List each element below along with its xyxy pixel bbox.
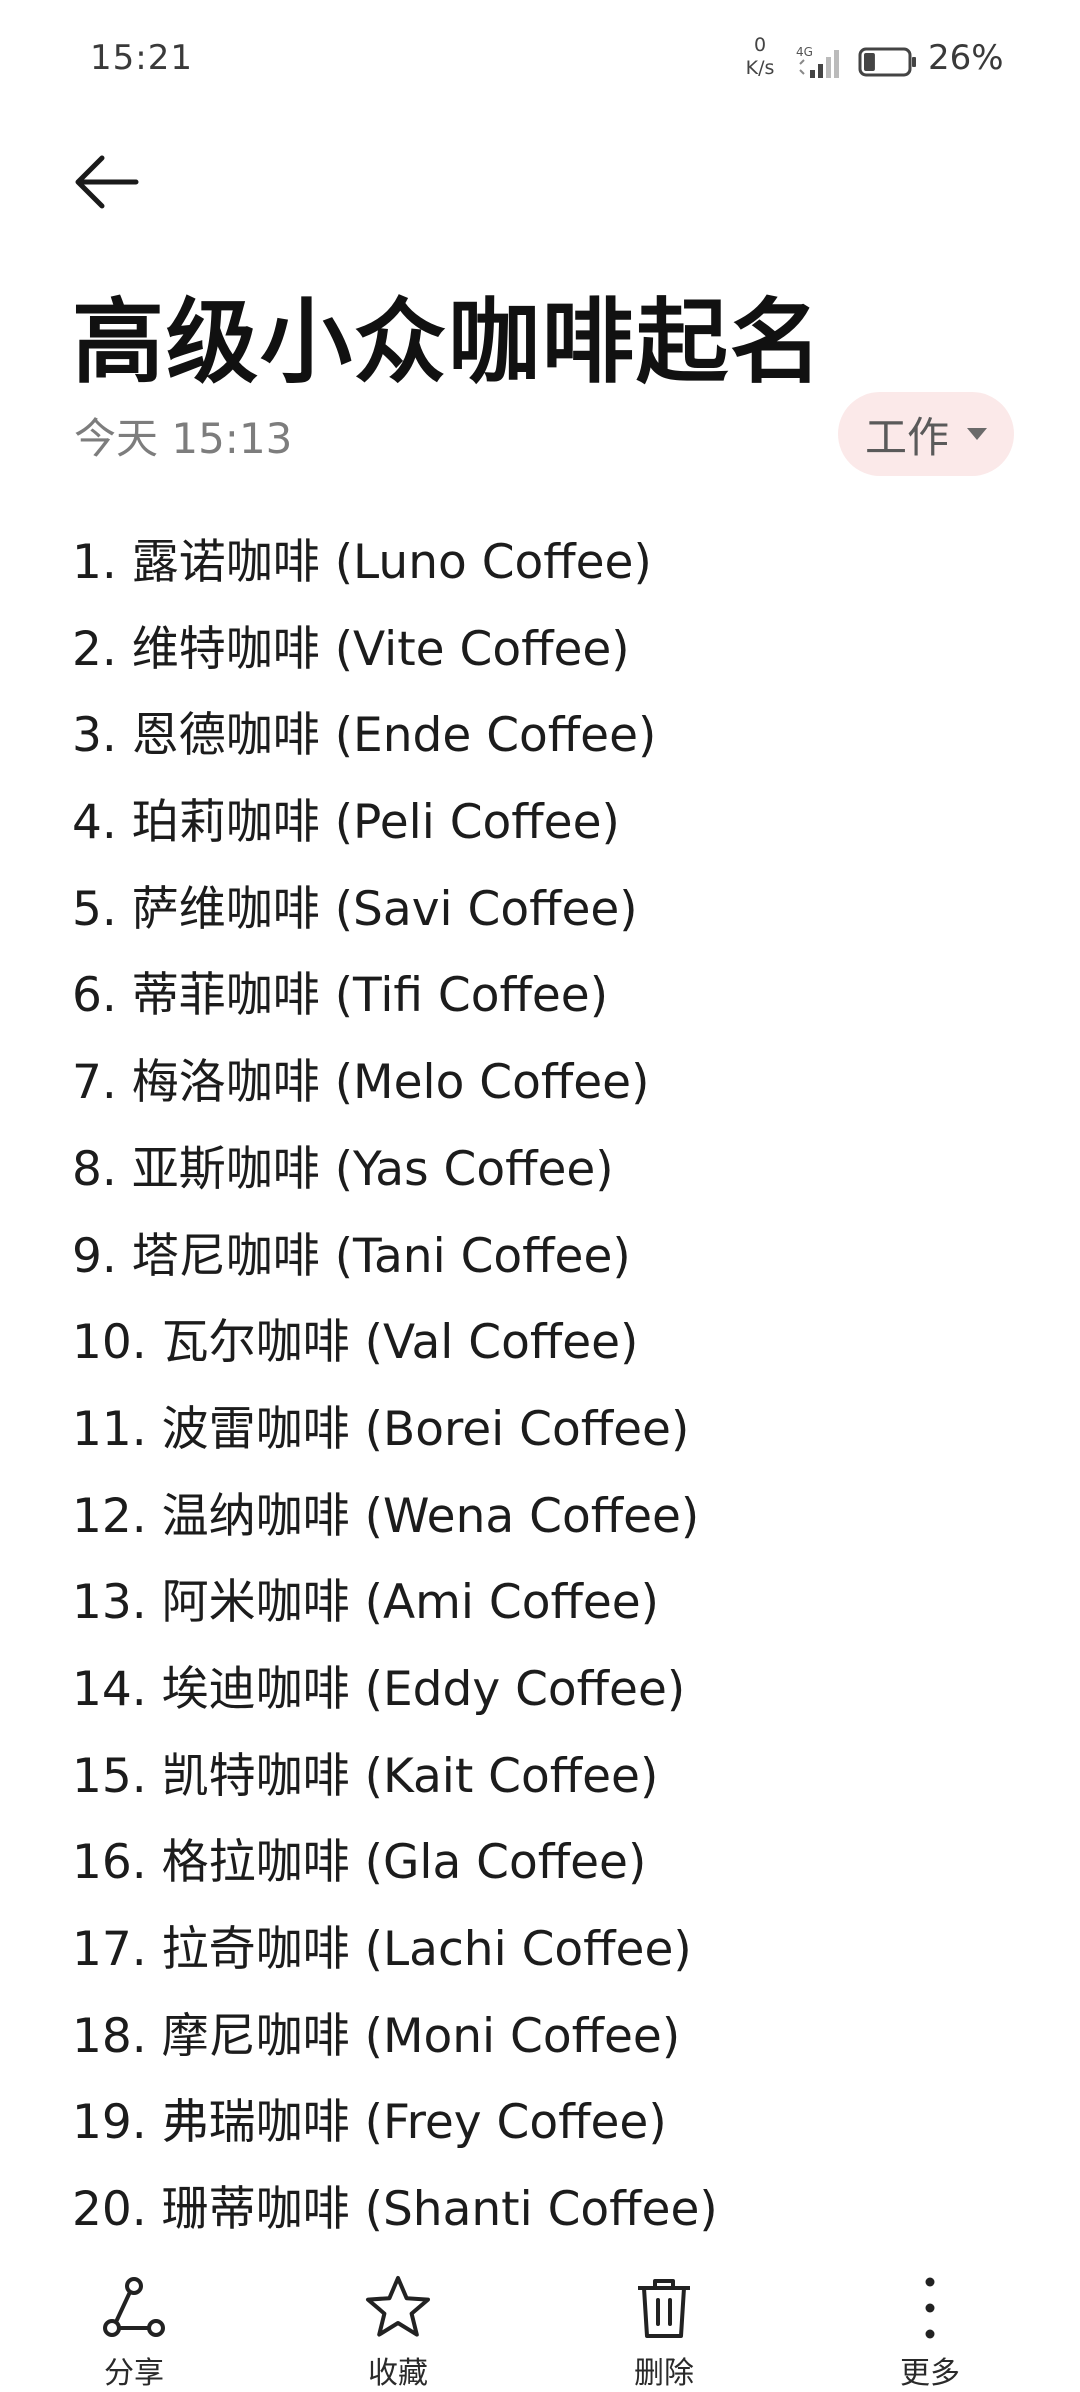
note-line[interactable]: 10. 瓦尔咖啡 (Val Coffee): [72, 1308, 1032, 1395]
favorite-label: 收藏: [368, 2356, 428, 2391]
more-label: 更多: [900, 2356, 960, 2391]
trash-icon: [638, 2279, 690, 2338]
network-speed-unit: K/s: [745, 57, 775, 79]
network-type-label: 4G: [796, 45, 813, 59]
note-date: 今天 15:13: [74, 414, 293, 463]
favorite-button[interactable]: 收藏: [328, 2272, 468, 2392]
more-vertical-icon: [925, 2277, 935, 2339]
category-selector[interactable]: 工作: [838, 392, 1014, 476]
note-line[interactable]: 5. 萨维咖啡 (Savi Coffee): [72, 875, 1032, 962]
note-line[interactable]: 15. 凯特咖啡 (Kait Coffee): [72, 1742, 1032, 1829]
note-line[interactable]: 13. 阿米咖啡 (Ami Coffee): [72, 1568, 1032, 1655]
note-line[interactable]: 6. 蒂菲咖啡 (Tifi Coffee): [72, 961, 1032, 1048]
signal-icon: 4G: [796, 45, 839, 78]
note-line[interactable]: 19. 弗瑞咖啡 (Frey Coffee): [72, 2088, 1032, 2175]
share-label: 分享: [104, 2356, 164, 2391]
note-line[interactable]: 18. 摩尼咖啡 (Moni Coffee): [72, 2002, 1032, 2089]
battery-percent: 26%: [928, 38, 1004, 78]
note-line[interactable]: 4. 珀莉咖啡 (Peli Coffee): [72, 788, 1032, 875]
delete-label: 删除: [634, 2356, 694, 2391]
battery-icon: [858, 47, 916, 77]
note-line[interactable]: 20. 珊蒂咖啡 (Shanti Coffee): [72, 2175, 1032, 2262]
note-line[interactable]: 9. 塔尼咖啡 (Tani Coffee): [72, 1222, 1032, 1309]
page-title[interactable]: 高级小众咖啡起名: [72, 268, 824, 401]
note-body[interactable]: 1. 露诺咖啡 (Luno Coffee) 2. 维特咖啡 (Vite Coffe…: [72, 528, 1032, 2262]
note-line[interactable]: 3. 恩德咖啡 (Ende Coffee): [72, 701, 1032, 788]
delete-button[interactable]: 删除: [594, 2272, 734, 2392]
arrow-left-icon: [75, 155, 139, 209]
note-line[interactable]: 14. 埃迪咖啡 (Eddy Coffee): [72, 1655, 1032, 1742]
note-line[interactable]: 17. 拉奇咖啡 (Lachi Coffee): [72, 1915, 1032, 2002]
share-button[interactable]: 分享: [64, 2272, 204, 2392]
chevron-down-icon: [967, 428, 987, 440]
back-button[interactable]: [66, 140, 150, 224]
network-speed-value: 0: [753, 34, 767, 56]
bottom-toolbar: 分享 收藏 删除 更多: [0, 2262, 1080, 2392]
note-line[interactable]: 11. 波雷咖啡 (Borei Coffee): [72, 1395, 1032, 1482]
star-icon: [366, 2276, 430, 2337]
network-speed: 0 K/s: [738, 34, 782, 80]
status-time: 15:21: [90, 38, 193, 78]
note-line[interactable]: 7. 梅洛咖啡 (Melo Coffee): [72, 1048, 1032, 1135]
status-bar: 15:21 0 K/s 4G 26%: [0, 0, 1080, 120]
more-button[interactable]: 更多: [860, 2272, 1000, 2392]
note-line[interactable]: 1. 露诺咖啡 (Luno Coffee): [72, 528, 1032, 615]
category-label: 工作: [864, 412, 949, 462]
note-line[interactable]: 12. 温纳咖啡 (Wena Coffee): [72, 1482, 1032, 1569]
note-line[interactable]: 16. 格拉咖啡 (Gla Coffee): [72, 1828, 1032, 1915]
share-icon: [103, 2277, 165, 2337]
note-line[interactable]: 2. 维特咖啡 (Vite Coffee): [72, 615, 1032, 702]
note-line[interactable]: 8. 亚斯咖啡 (Yas Coffee): [72, 1135, 1032, 1222]
